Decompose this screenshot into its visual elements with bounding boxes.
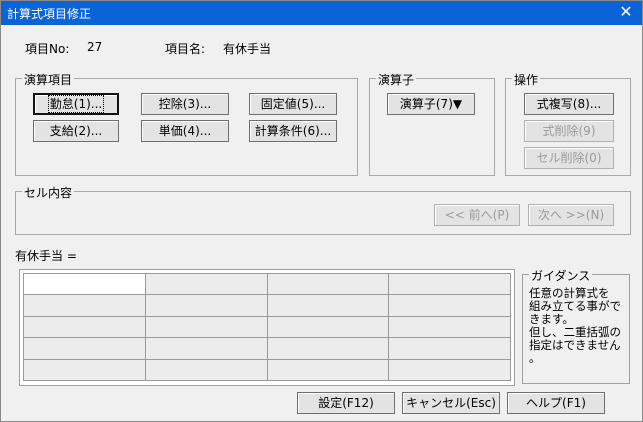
tanka-button[interactable]: 単価(4)...	[141, 120, 229, 142]
item-name-value: 有休手当	[223, 42, 272, 56]
guidance-text: 任意の計算式を 組み立てる事がで きます。 但し、二重括弧の 指定はできません …	[529, 287, 629, 365]
grid-cell[interactable]	[388, 358, 511, 382]
formula-grid	[19, 269, 515, 386]
dialog-window: 計算式項目修正 ✕ 項目No: 27 項目名: 有休手当 演算項目 勤怠(1).…	[0, 0, 643, 422]
operator-dropdown-button[interactable]: 演算子(7)▼	[387, 93, 475, 115]
grid-row	[23, 358, 511, 382]
grid-cell[interactable]	[388, 272, 511, 296]
grid-row	[23, 337, 511, 360]
grid-cell[interactable]	[266, 272, 390, 296]
help-button[interactable]: ヘルプ(F1)	[507, 392, 605, 414]
shikyu-button[interactable]: 支給(2)...	[33, 120, 119, 142]
cell-content-legend: セル内容	[22, 184, 75, 201]
guidance-line: 。	[529, 351, 541, 365]
copy-formula-button[interactable]: 式複写(8)...	[524, 93, 614, 115]
grid-cell[interactable]	[388, 337, 511, 360]
grid-cell[interactable]	[266, 315, 390, 339]
item-no-value: 27	[87, 40, 103, 54]
guidance-legend: ガイダンス	[529, 267, 593, 284]
formula-grid-table	[23, 272, 511, 382]
kintai-button-label: 勤怠(1)...	[47, 95, 105, 113]
item-name-label: 項目名:	[165, 42, 206, 56]
kojo-button[interactable]: 控除(3)...	[141, 93, 229, 115]
kintai-button[interactable]: 勤怠(1)...	[33, 93, 119, 115]
cancel-button[interactable]: キャンセル(Esc)	[402, 392, 500, 414]
grid-cell[interactable]	[266, 337, 390, 360]
actions-legend: 操作	[512, 71, 541, 88]
grid-row	[23, 315, 511, 339]
operation-items-legend: 演算項目	[22, 71, 75, 88]
guidance-line: 指定はできません	[529, 338, 621, 352]
grid-cell[interactable]	[144, 337, 268, 360]
guidance-group: ガイダンス 任意の計算式を 組み立てる事がで きます。 但し、二重括弧の 指定は…	[522, 267, 630, 384]
ok-button[interactable]: 設定(F12)	[297, 392, 395, 414]
next-button[interactable]: 次へ >>(N)	[528, 204, 614, 226]
grid-cell[interactable]	[266, 358, 390, 382]
grid-cell[interactable]	[23, 337, 146, 360]
keisan-joken-button[interactable]: 計算条件(6)...	[249, 120, 337, 142]
formula-label: 有休手当 =	[15, 249, 77, 263]
grid-cell[interactable]	[144, 358, 268, 382]
prev-button[interactable]: << 前へ(P)	[434, 204, 520, 226]
grid-cell[interactable]	[144, 272, 268, 296]
delete-cell-button[interactable]: セル削除(0)	[524, 147, 614, 169]
grid-cell[interactable]	[23, 294, 146, 317]
close-icon[interactable]: ✕	[618, 4, 634, 20]
title-bar: 計算式項目修正 ✕	[1, 1, 642, 25]
grid-row	[23, 272, 511, 296]
grid-cell[interactable]	[23, 315, 146, 339]
grid-cell[interactable]	[144, 294, 268, 317]
grid-cell[interactable]	[23, 358, 146, 382]
grid-cell[interactable]	[388, 315, 511, 339]
item-no-label: 項目No:	[25, 42, 70, 56]
grid-row	[23, 294, 511, 317]
operator-legend: 演算子	[376, 71, 417, 88]
grid-cell[interactable]	[388, 294, 511, 317]
grid-cell[interactable]	[266, 294, 390, 317]
delete-formula-button[interactable]: 式削除(9)	[524, 120, 614, 142]
grid-cell[interactable]	[144, 315, 268, 339]
koteichi-button[interactable]: 固定値(5)...	[249, 93, 337, 115]
grid-cell[interactable]	[23, 272, 146, 296]
window-title: 計算式項目修正	[7, 7, 92, 21]
